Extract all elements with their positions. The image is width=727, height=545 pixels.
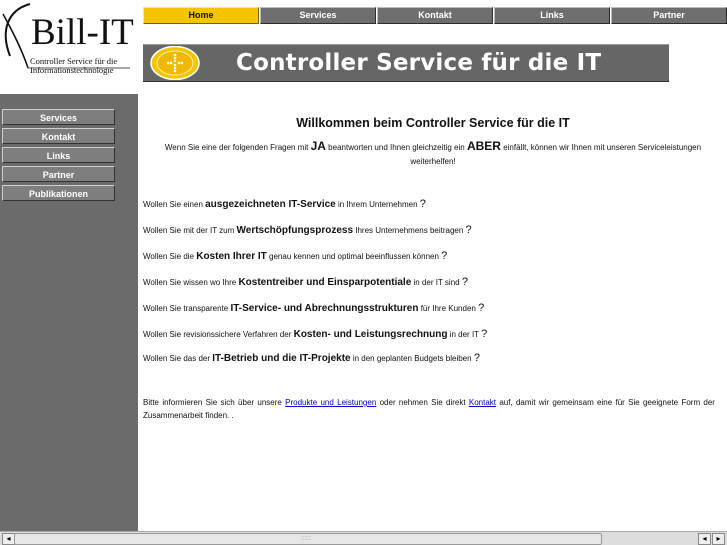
question-text: Wollen Sie wissen wo Ihre (143, 278, 239, 287)
question-item: Wollen Sie einen ausgezeichneten IT-Serv… (143, 198, 426, 211)
intro-aber: ABER (466, 139, 501, 153)
banner-title: Controller Service für die IT (236, 50, 602, 76)
question-item: Wollen Sie die Kosten Ihrer IT genau ken… (143, 250, 447, 263)
scroll-right-arrow-icon[interactable]: ▸ (712, 533, 725, 545)
question-item: Wollen Sie das der IT-Betrieb und die IT… (143, 352, 480, 365)
horizontal-scrollbar[interactable]: ◂ :::::: ◂ ▸ (0, 531, 727, 545)
sidebar-item-kontakt[interactable]: Kontakt (2, 128, 115, 144)
scrollbar-thumb[interactable]: :::::: (14, 533, 602, 545)
question-text: in Ihrem Unternehmen (335, 200, 420, 209)
question-mark: ? (481, 328, 488, 340)
question-mark: ? (478, 302, 485, 314)
question-text: genau kennen und optimal beeinflussen kö… (266, 252, 442, 261)
sidebar-item-services[interactable]: Services (2, 109, 115, 125)
question-text: in der IT sind (411, 278, 462, 287)
question-mark: ? (419, 198, 426, 210)
question-mark: ? (441, 250, 448, 262)
question-bold: Wertschöpfungsprozess (236, 225, 354, 236)
question-text: für Ihre Kunden (418, 304, 479, 313)
question-text: Wollen Sie transparente (143, 304, 231, 313)
logo-subtitle-line2: Informationstechnologie (30, 65, 114, 75)
question-mark: ? (473, 352, 480, 364)
question-bold: Kosten Ihrer IT (196, 251, 267, 262)
nav-home[interactable]: Home (143, 7, 259, 24)
question-bold: IT-Service- und Abrechnungsstrukturen (230, 303, 419, 314)
sidebar: Services Kontakt Links Partner Publikati… (0, 94, 138, 531)
nav-kontakt[interactable]: Kontakt (377, 7, 493, 24)
question-text: Wollen Sie mit der IT zum (143, 226, 237, 235)
intro-ja: JA (310, 139, 326, 153)
question-item: Wollen Sie revisionssichere Verfahren de… (143, 328, 487, 341)
intro-text: Wenn Sie eine der folgenden Fragen mit J… (143, 139, 723, 169)
nav-links[interactable]: Links (494, 7, 610, 24)
question-item: Wollen Sie mit der IT zum Wertschöpfungs… (143, 224, 472, 237)
question-text: Ihres Unternehmens beitragen (353, 226, 466, 235)
intro-part-b: beantworten und Ihnen gleichzeitig ein (325, 143, 467, 152)
question-bold: ausgezeichneten IT-Service (205, 199, 336, 210)
question-text: Wollen Sie revisionssichere Verfahren de… (143, 330, 294, 339)
question-mark: ? (461, 276, 468, 288)
logo: Bill-IT Controller Service für die Infor… (0, 0, 138, 84)
question-item: Wollen Sie wissen wo Ihre Kostentreiber … (143, 276, 468, 289)
question-text: in der IT (447, 330, 482, 339)
sidebar-item-links[interactable]: Links (2, 147, 115, 163)
nav-services[interactable]: Services (260, 7, 376, 24)
outro-part-a: Bitte informieren Sie sich über unsere (143, 398, 286, 407)
outro-text: Bitte informieren Sie sich über unsere P… (143, 396, 715, 422)
question-bold: Kosten- und Leistungsrechnung (293, 329, 448, 340)
sidebar-item-publikationen[interactable]: Publikationen (2, 185, 115, 201)
question-text: Wollen Sie das der (143, 354, 213, 363)
top-navigation: Home Services Kontakt Links Partner (143, 7, 727, 24)
question-bold: IT-Betrieb und die IT-Projekte (212, 353, 351, 364)
nav-partner[interactable]: Partner (611, 7, 727, 24)
sidebar-item-partner[interactable]: Partner (2, 166, 115, 182)
page-banner: Controller Service für die IT (143, 44, 669, 82)
scrollbar-grip: :::::: (301, 536, 312, 542)
logo-title: Bill-IT (31, 12, 134, 53)
page-heading: Willkommen beim Controller Service für d… (296, 116, 570, 130)
question-text: Wollen Sie einen (143, 200, 206, 209)
question-text: Wollen Sie die (143, 252, 197, 261)
link-produkte-und-leistungen[interactable]: Produkte und Leistungen (285, 398, 376, 407)
plus-disc-icon (150, 46, 200, 80)
question-item: Wollen Sie transparente IT-Service- und … (143, 302, 484, 315)
scroll-left-arrow-icon-right-group[interactable]: ◂ (698, 533, 711, 545)
question-bold: Kostentreiber und Einsparpotentiale (238, 277, 412, 288)
intro-part-a: Wenn Sie eine der folgenden Fragen mit (164, 143, 311, 152)
main-content: Willkommen beim Controller Service für d… (143, 112, 723, 420)
link-kontakt[interactable]: Kontakt (469, 398, 496, 407)
question-mark: ? (465, 224, 472, 236)
outro-part-b: oder nehmen Sie direkt (376, 398, 469, 407)
question-text: in den geplanten Budgets bleiben (350, 354, 474, 363)
